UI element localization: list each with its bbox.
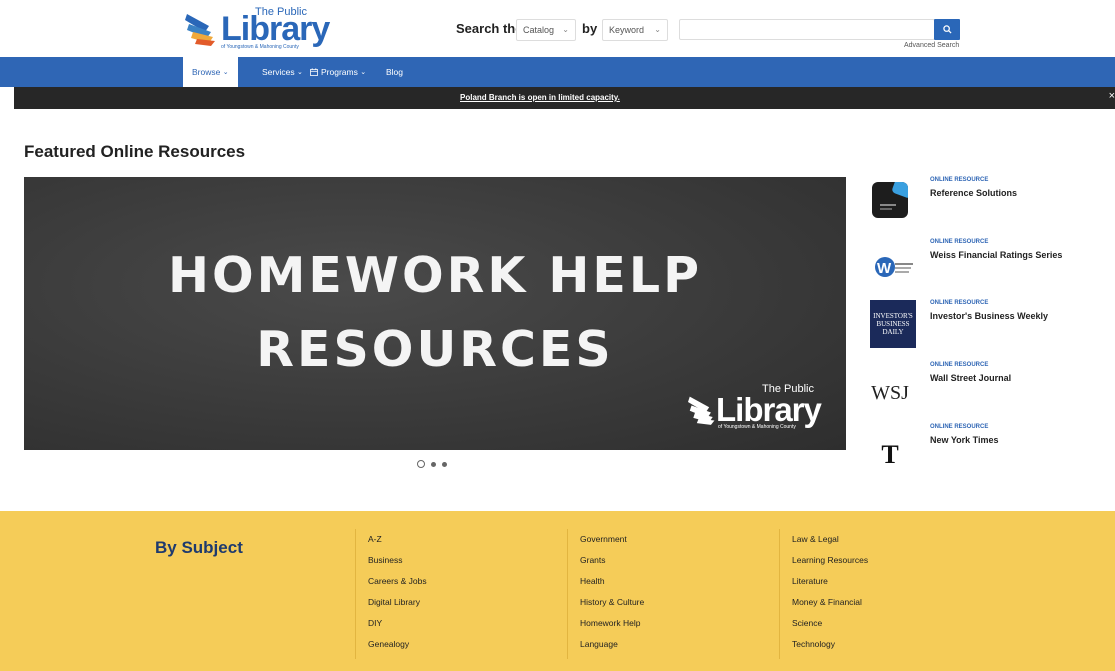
subject-link[interactable]: DIY — [368, 613, 427, 634]
featured-title: Featured Online Resources — [24, 142, 246, 161]
chevron-down-icon: ⌄ — [222, 69, 229, 76]
subject-link[interactable]: Money & Financial — [792, 592, 868, 613]
subject-link[interactable]: Homework Help — [580, 613, 644, 634]
subject-link[interactable]: Learning Resources — [792, 550, 868, 571]
resource-type: ONLINE RESOURCE — [930, 362, 989, 368]
carousel-dot[interactable] — [442, 461, 447, 467]
resource-item[interactable]: INVESTOR'S BUSINESS DAILY ONLINE RESOURC… — [870, 300, 1110, 350]
subject-link[interactable]: Technology — [792, 634, 868, 655]
resource-name[interactable]: Reference Solutions — [930, 188, 1017, 198]
featured-slide[interactable]: HOMEWORK HELP RESOURCES The Public Libra… — [24, 177, 846, 450]
nav-programs[interactable]: Programs ⌄ — [301, 57, 375, 87]
resource-item[interactable]: W ONLINE RESOURCE Weiss Financial Rating… — [870, 239, 1110, 289]
reference-solutions-logo — [870, 177, 910, 223]
carousel-dot[interactable] — [431, 461, 436, 467]
carousel-dots — [417, 460, 447, 468]
subject-link[interactable]: A-Z — [368, 529, 427, 550]
resource-name[interactable]: Wall Street Journal — [930, 373, 1011, 383]
subject-link[interactable]: Law & Legal — [792, 529, 868, 550]
resource-item[interactable]: WSJ ONLINE RESOURCE Wall Street Journal — [870, 362, 1110, 412]
nav-browse[interactable]: Browse ⌄ — [183, 57, 238, 87]
resource-name[interactable]: Investor's Business Weekly — [930, 311, 1048, 321]
subject-link[interactable]: Digital Library — [368, 592, 427, 613]
advanced-search-link[interactable]: Advanced Search — [904, 42, 959, 49]
resource-item[interactable]: T ONLINE RESOURCE New York Times — [870, 424, 1110, 474]
resource-item[interactable]: ONLINE RESOURCE Reference Solutions — [870, 177, 1110, 227]
calendar-icon — [310, 68, 318, 76]
resource-name[interactable]: Weiss Financial Ratings Series — [930, 250, 1062, 260]
subject-link[interactable]: Genealogy — [368, 634, 427, 655]
by-subject-section: By Subject A-Z Business Careers & Jobs D… — [0, 511, 1115, 671]
subject-link[interactable]: Business — [368, 550, 427, 571]
search-button[interactable] — [934, 19, 960, 40]
svg-text:W: W — [877, 260, 892, 277]
site-header: The Public Library of Youngstown & Mahon… — [0, 0, 1115, 57]
subject-column: Government Grants Health History & Cultu… — [567, 529, 644, 659]
chevron-down-icon: ⌄ — [654, 25, 661, 34]
chevron-down-icon: ⌄ — [360, 69, 367, 76]
weiss-logo: W — [870, 244, 916, 290]
alert-banner: Poland Branch is open in limited capacit… — [14, 87, 1115, 109]
close-icon[interactable]: × — [1109, 90, 1115, 102]
alert-link[interactable]: Poland Branch is open in limited capacit… — [460, 93, 620, 102]
subject-link[interactable]: Language — [580, 634, 644, 655]
resource-type: ONLINE RESOURCE — [930, 424, 989, 430]
search-scope-value: Catalog — [523, 25, 555, 35]
subject-link[interactable]: Health — [580, 571, 644, 592]
subject-title: By Subject — [155, 538, 243, 557]
main-nav: Browse ⌄ Services ⌄ Programs ⌄ Blog — [0, 57, 1115, 87]
subject-link[interactable]: Literature — [792, 571, 868, 592]
search-icon — [942, 25, 952, 34]
carousel-dot[interactable] — [417, 460, 425, 468]
investors-business-daily-logo: INVESTOR'S BUSINESS DAILY — [870, 300, 916, 348]
resource-type: ONLINE RESOURCE — [930, 239, 989, 245]
search-input[interactable] — [679, 19, 935, 40]
slide-heading-line1: HOMEWORK HELP — [168, 247, 702, 304]
subject-column: Law & Legal Learning Resources Literatur… — [779, 529, 868, 659]
chevron-down-icon: ⌄ — [562, 25, 569, 34]
search-field-value: Keyword — [609, 25, 645, 35]
resource-type: ONLINE RESOURCE — [930, 177, 989, 183]
logo-subtitle: of Youngstown & Mahoning County — [221, 44, 299, 50]
logo-library: Library — [221, 10, 330, 48]
search-field-select[interactable]: Keyword ⌄ — [602, 19, 668, 41]
wsj-logo: WSJ — [871, 381, 909, 404]
resource-name[interactable]: New York Times — [930, 435, 999, 445]
slide-library-logo: The Public Library of Youngstown & Mahon… — [688, 383, 838, 435]
book-wings-icon — [688, 396, 715, 425]
subject-link[interactable]: Careers & Jobs — [368, 571, 427, 592]
book-wings-icon — [185, 14, 215, 46]
subject-link[interactable]: Science — [792, 613, 868, 634]
resource-type: ONLINE RESOURCE — [930, 300, 989, 306]
nyt-logo: T — [881, 440, 899, 469]
slide-heading-line2: RESOURCES — [256, 321, 614, 378]
search-scope-select[interactable]: Catalog ⌄ — [516, 19, 576, 41]
nav-blog[interactable]: Blog — [377, 57, 412, 87]
search-by-label: by — [582, 21, 598, 36]
library-logo[interactable]: The Public Library of Youngstown & Mahon… — [185, 6, 330, 50]
search-label: Search the — [456, 21, 523, 36]
subject-link[interactable]: Government — [580, 529, 644, 550]
subject-link[interactable]: History & Culture — [580, 592, 644, 613]
subject-link[interactable]: Grants — [580, 550, 644, 571]
subject-column: A-Z Business Careers & Jobs Digital Libr… — [355, 529, 427, 659]
